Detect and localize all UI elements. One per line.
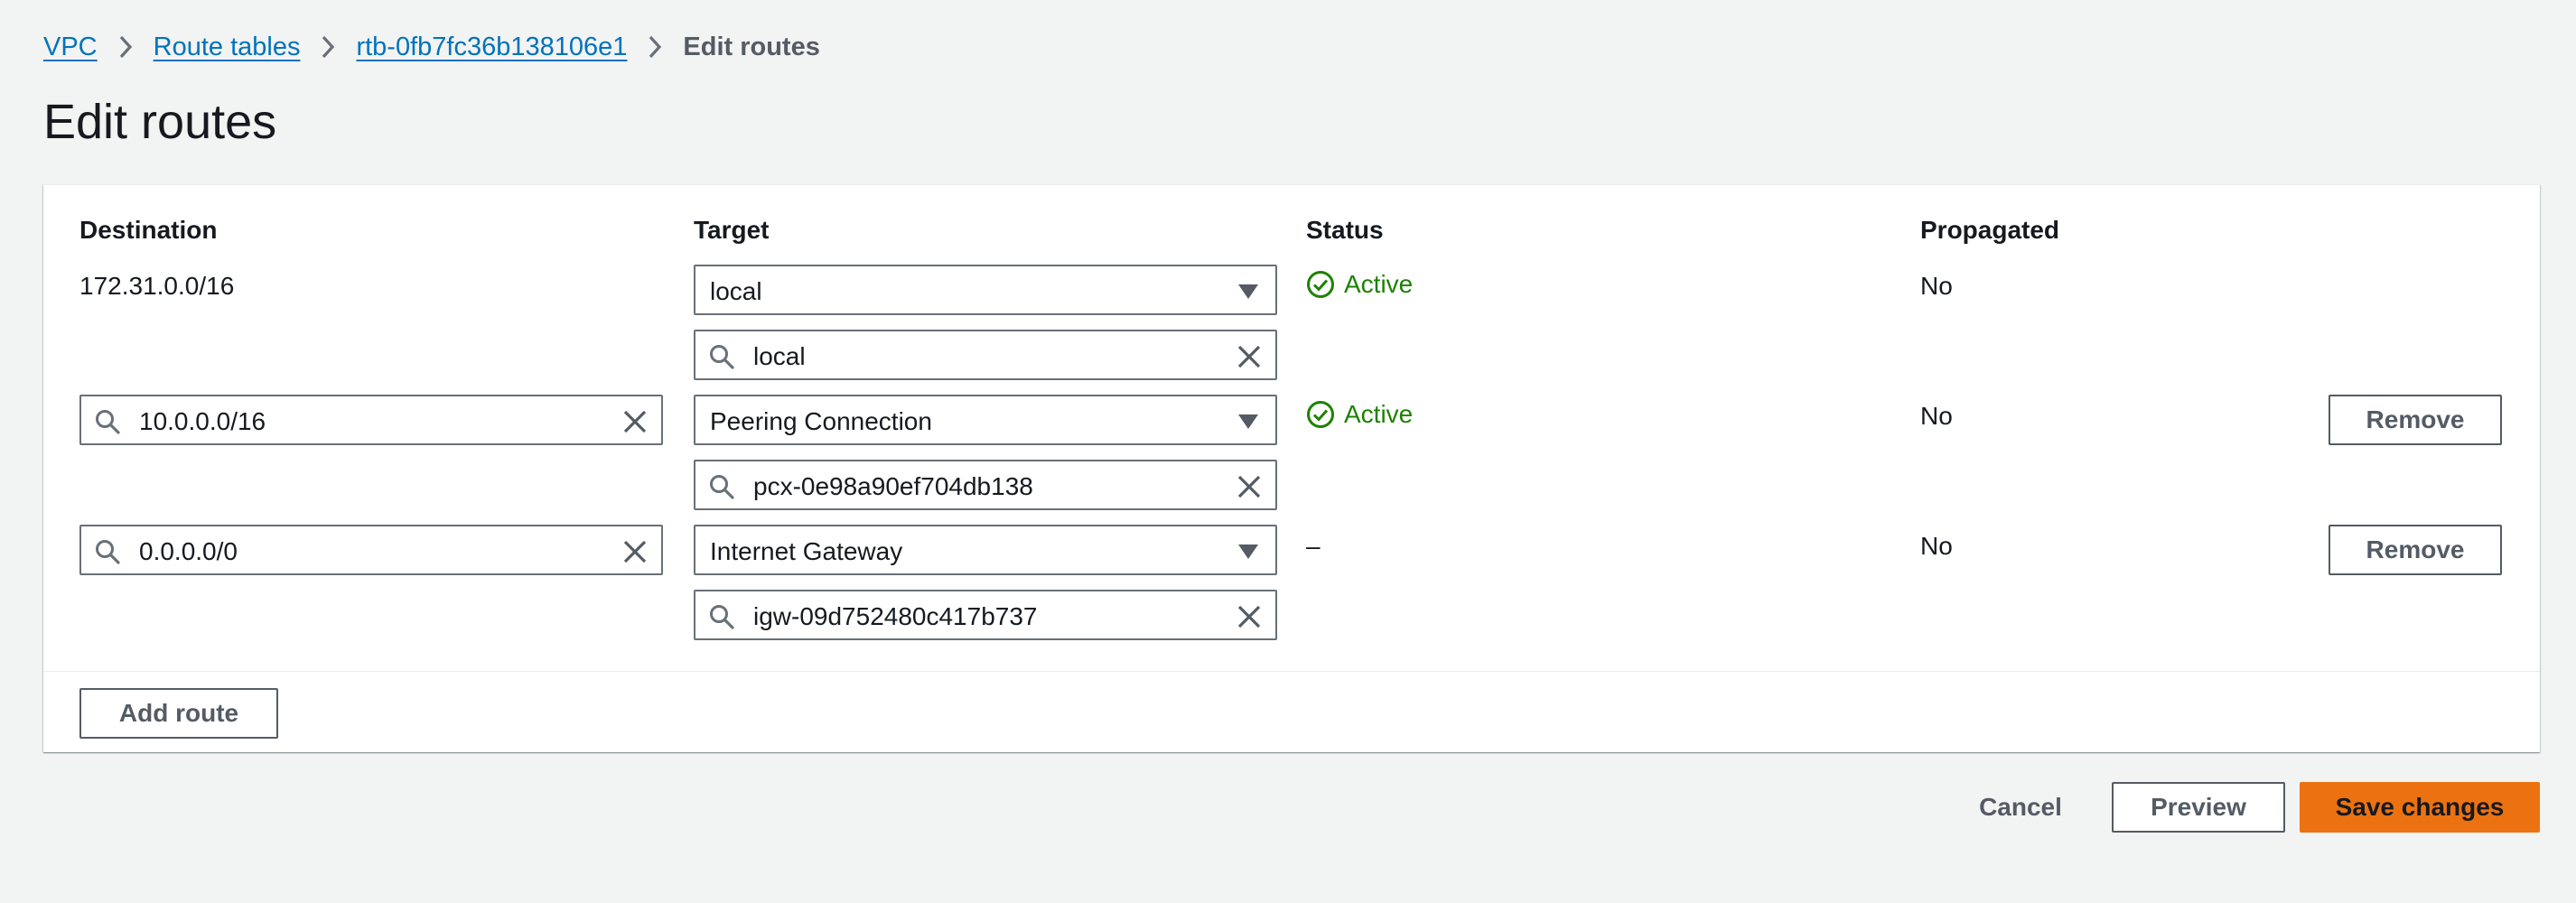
chevron-right-icon	[647, 34, 663, 60]
column-header-status: Status	[1306, 216, 1384, 244]
chevron-right-icon	[117, 34, 134, 60]
target-value-input[interactable]: igw-09d752480c417b737	[694, 590, 1277, 640]
caret-down-icon	[1238, 284, 1258, 299]
target-value-input[interactable]: local	[694, 330, 1277, 380]
target-type-select[interactable]: local	[694, 265, 1277, 315]
destination-cidr: 172.31.0.0/16	[79, 272, 235, 300]
target-type-value: Internet Gateway	[710, 537, 903, 565]
status-positive-icon	[1307, 401, 1334, 428]
target-type-select[interactable]: Peering Connection	[694, 395, 1277, 445]
target-value-text: local	[753, 342, 806, 370]
column-header-destination: Destination	[79, 216, 218, 244]
close-icon[interactable]	[1236, 473, 1263, 500]
target-type-value: Peering Connection	[710, 407, 932, 435]
add-route-button[interactable]: Add route	[79, 688, 278, 739]
propagated-value: No	[1920, 532, 1953, 560]
target-value-text: pcx-0e98a90ef704db138	[753, 472, 1033, 500]
save-changes-button[interactable]: Save changes	[2300, 782, 2540, 833]
cancel-button[interactable]: Cancel	[1962, 782, 2079, 833]
status-badge: Active	[1306, 270, 1413, 299]
page-title: Edit routes	[43, 95, 277, 149]
close-icon[interactable]	[621, 408, 649, 435]
close-icon[interactable]	[621, 538, 649, 565]
search-icon	[710, 475, 734, 499]
breadcrumb-current: Edit routes	[683, 32, 820, 61]
caret-down-icon	[1238, 414, 1258, 429]
remove-button[interactable]: Remove	[2329, 525, 2502, 575]
breadcrumb-link-route-table-id[interactable]: rtb-0fb7fc36b138106e1	[356, 33, 627, 62]
remove-button[interactable]: Remove	[2329, 395, 2502, 445]
status-text: –	[1306, 532, 1321, 560]
breadcrumb: VPC Route tables rtb-0fb7fc36b138106e1 E…	[43, 29, 820, 65]
target-type-value: local	[710, 277, 762, 305]
target-type-select[interactable]: Internet Gateway	[694, 525, 1277, 575]
preview-button[interactable]: Preview	[2112, 782, 2285, 833]
column-header-propagated: Propagated	[1920, 216, 2060, 244]
status-positive-icon	[1307, 271, 1334, 298]
destination-input[interactable]: 10.0.0.0/16	[79, 395, 663, 445]
close-icon[interactable]	[1236, 603, 1263, 630]
propagated-value: No	[1920, 402, 1953, 430]
breadcrumb-link-vpc[interactable]: VPC	[43, 33, 98, 62]
destination-input[interactable]: 0.0.0.0/0	[79, 525, 663, 575]
search-icon	[710, 605, 734, 629]
search-icon	[710, 345, 734, 369]
search-icon	[96, 410, 120, 434]
status-badge: Active	[1306, 400, 1413, 429]
caret-down-icon	[1238, 545, 1258, 559]
routes-panel: Destination Target Status Propagated 172…	[43, 184, 2540, 752]
destination-value: 10.0.0.0/16	[139, 407, 266, 435]
destination-value: 0.0.0.0/0	[139, 537, 238, 565]
breadcrumb-link-route-tables[interactable]: Route tables	[154, 33, 301, 62]
target-value-text: igw-09d752480c417b737	[753, 602, 1038, 630]
status-text: Active	[1344, 270, 1414, 298]
chevron-right-icon	[320, 34, 336, 60]
status-text: Active	[1344, 400, 1414, 428]
close-icon[interactable]	[1236, 343, 1263, 370]
propagated-value: No	[1920, 272, 1953, 300]
panel-footer: Add route	[43, 671, 2540, 752]
search-icon	[96, 540, 120, 564]
column-header-target: Target	[694, 216, 770, 244]
target-value-input[interactable]: pcx-0e98a90ef704db138	[694, 460, 1277, 510]
